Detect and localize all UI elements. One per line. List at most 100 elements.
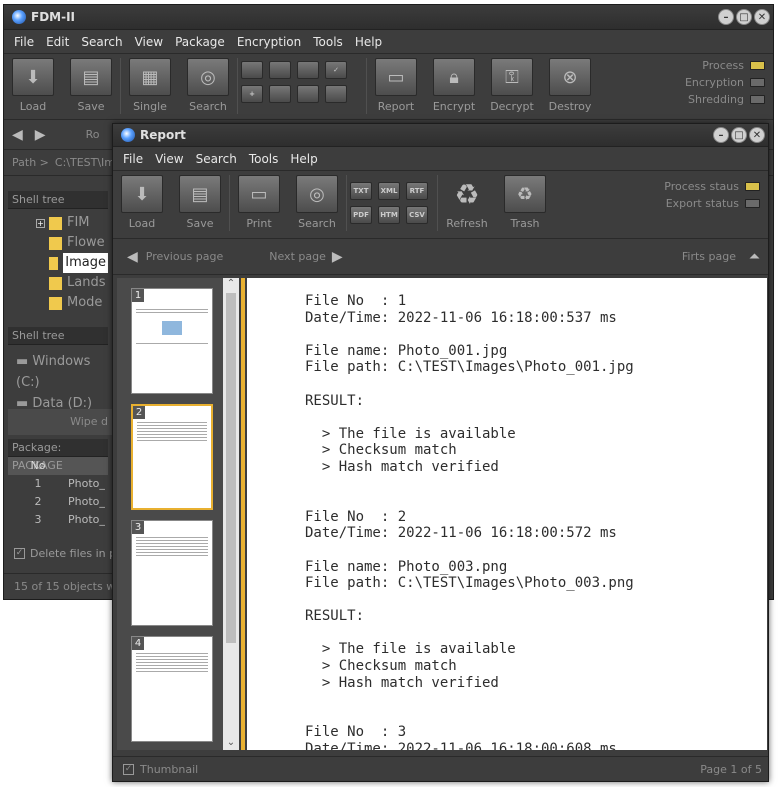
main-toolbar: ⬇ Load ▤ Save ▦ Single ◎ Search ✓ + ▭ Report … (4, 54, 773, 120)
main-titlebar: FDM-II – □ ✕ (4, 5, 773, 30)
move-icon[interactable] (297, 61, 319, 79)
scroll-up-icon[interactable]: ⌃ (223, 278, 239, 289)
menu-file[interactable]: File (8, 35, 40, 49)
refresh-button[interactable]: ♻ Refresh (438, 171, 496, 235)
report-load-button[interactable]: ⬇ Load (113, 171, 171, 235)
thumbnail-checkbox[interactable]: ✓ (123, 763, 134, 775)
tree-item-landscapes[interactable]: Lands (36, 273, 108, 293)
decrypt-button[interactable]: ⚿ Decrypt (483, 54, 541, 118)
txt-export-icon[interactable]: TXT (350, 182, 372, 200)
menu-edit[interactable]: Edit (40, 35, 75, 49)
main-statusbar: 15 of 15 objects wer (4, 573, 112, 599)
thumbnail-page-1[interactable]: 1 (131, 288, 213, 394)
first-page-button[interactable]: Firts page (682, 250, 736, 263)
report-search-button[interactable]: ◎ Search (288, 171, 346, 235)
menu-encryption[interactable]: Encryption (231, 35, 307, 49)
tree-item-fim[interactable]: + FIM (36, 213, 108, 233)
previous-page-button[interactable]: Previous page (146, 250, 223, 263)
minimize-icon[interactable]: – (713, 127, 729, 143)
report-menubar: File View Search Tools Help (113, 147, 768, 171)
app-logo-icon (121, 128, 135, 142)
list-icon[interactable] (325, 85, 347, 103)
maximize-icon[interactable]: □ (736, 9, 752, 25)
export-status-led (745, 199, 760, 208)
drive-windows[interactable]: ▬ Windows (C:) (16, 351, 108, 393)
menu-view[interactable]: View (149, 152, 189, 166)
single-icon: ▦ (129, 58, 171, 96)
close-icon[interactable]: ✕ (749, 127, 765, 143)
csv-export-icon[interactable]: CSV (406, 206, 428, 224)
thumbnail-page-2[interactable]: 2 (131, 404, 213, 510)
folder-icon (49, 236, 62, 250)
next-page-icon[interactable]: ▶ (332, 249, 343, 265)
merge-icon[interactable] (269, 85, 291, 103)
load-button[interactable]: ⬇ Load (4, 54, 62, 118)
main-title: FDM-II (31, 10, 76, 24)
table-row[interactable]: 2 Photo_ (8, 493, 108, 511)
previous-page-icon[interactable]: ◀ (127, 249, 138, 265)
scroll-down-icon[interactable]: ⌄ (223, 737, 239, 748)
search-button[interactable]: ◎ Search (179, 54, 237, 118)
report-save-button[interactable]: ▤ Save (171, 171, 229, 235)
menu-file[interactable]: File (117, 152, 149, 166)
rtf-export-icon[interactable]: RTF (406, 182, 428, 200)
menu-tools[interactable]: Tools (307, 35, 349, 49)
copy-icon[interactable] (241, 61, 263, 79)
menu-view[interactable]: View (129, 35, 169, 49)
report-navbar: ◀ Previous page Next page ▶ Firts page ⏶ (113, 239, 768, 275)
menu-search[interactable]: Search (190, 152, 243, 166)
menu-help[interactable]: Help (349, 35, 388, 49)
menu-package[interactable]: Package (169, 35, 231, 49)
check-icon[interactable]: ✓ (325, 61, 347, 79)
next-page-button[interactable]: Next page (269, 250, 326, 263)
document-view[interactable]: File No : 1 Date/Time: 2022-11-06 16:18:… (247, 278, 767, 750)
thumbnail-page-4[interactable]: 4 (131, 636, 213, 742)
save-icon: ▤ (70, 58, 112, 96)
scroll-thumb[interactable] (226, 293, 236, 643)
single-button[interactable]: ▦ Single (121, 54, 179, 118)
menu-tools[interactable]: Tools (243, 152, 285, 166)
minimize-icon[interactable]: – (718, 9, 734, 25)
delete-files-checkbox[interactable]: ✓ Delete files in pa (14, 547, 123, 560)
tree-item-flowers[interactable]: Flowe (36, 233, 108, 253)
table-row[interactable]: 1 Photo_ (8, 475, 108, 493)
encrypt-button[interactable]: 🔒︎ Encrypt (425, 54, 483, 118)
destroy-button[interactable]: ⊗ Destroy (541, 54, 599, 118)
maximize-icon[interactable]: □ (731, 127, 747, 143)
first-page-icon[interactable]: ⏶ (749, 249, 760, 265)
htm-export-icon[interactable]: HTM (378, 206, 400, 224)
xml-export-icon[interactable]: XML (378, 182, 400, 200)
menu-help[interactable]: Help (284, 152, 323, 166)
tree-item-models[interactable]: Mode (36, 293, 108, 313)
save-button[interactable]: ▤ Save (62, 54, 120, 118)
report-window: Report – □ ✕ File View Search Tools Help… (112, 123, 769, 782)
main-menubar: File Edit Search View Package Encryption… (4, 30, 773, 54)
split-icon[interactable] (269, 61, 291, 79)
close-icon[interactable]: ✕ (754, 9, 770, 25)
shell-tree-panel-1: Shell tree + FIM Flowe Image Lands Mode (8, 191, 108, 321)
save-icon: ▤ (179, 175, 221, 213)
drive-icon: ▬ (16, 354, 33, 369)
add-icon[interactable]: + (241, 85, 263, 103)
print-button[interactable]: ▭ Print (230, 171, 288, 235)
key-icon: ⚿ (491, 58, 533, 96)
report-button[interactable]: ▭ Report (367, 54, 425, 118)
pdf-export-icon[interactable]: PDF (350, 206, 372, 224)
printer-icon: ▭ (238, 175, 280, 213)
wipe-button[interactable]: Wipe d (8, 409, 112, 435)
shredding-led (750, 95, 765, 104)
thumbnail-scrollbar[interactable]: ⌃ ⌄ (223, 278, 239, 750)
back-arrow-icon[interactable]: ◀ (12, 127, 23, 143)
table-row[interactable]: 3 Photo_ (8, 511, 108, 529)
tree-item-images[interactable]: Image (36, 253, 108, 273)
thumbnail-page-3[interactable]: 3 (131, 520, 213, 626)
report-toolbar: ⬇ Load ▤ Save ▭ Print ◎ Search TXT XML RTF P… (113, 171, 768, 239)
forward-arrow-icon[interactable]: ▶ (35, 127, 46, 143)
menu-search[interactable]: Search (75, 35, 128, 49)
binoculars-icon: ◎ (296, 175, 338, 213)
layout-icon[interactable] (297, 85, 319, 103)
printer-icon: ▭ (375, 58, 417, 96)
main-status-indicators: Process Encryption Shredding (685, 58, 765, 107)
trash-button[interactable]: ♻ Trash (496, 171, 554, 235)
folder-icon (49, 276, 62, 290)
